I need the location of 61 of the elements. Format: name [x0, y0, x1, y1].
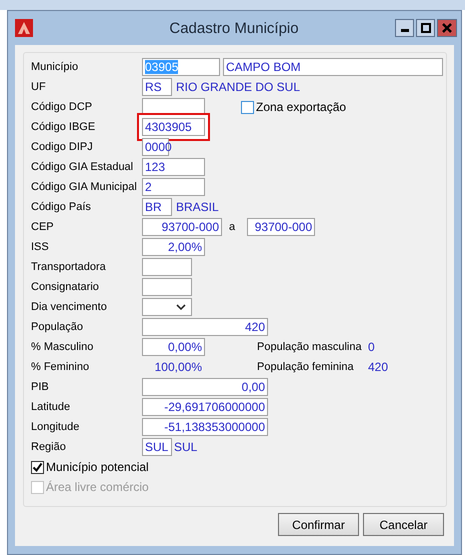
- maximize-button[interactable]: [416, 19, 435, 37]
- field-label: % Masculino: [31, 341, 94, 353]
- input-field[interactable]: [142, 278, 192, 296]
- value-text: BRASIL: [176, 200, 219, 214]
- field-label: Código IBGE: [31, 121, 96, 133]
- field-label: População masculina: [257, 341, 363, 353]
- input-field[interactable]: 123: [142, 158, 205, 176]
- chevron-down-icon: [176, 304, 186, 310]
- field-label: PIB: [31, 381, 50, 393]
- dialog-button[interactable]: Confirmar: [278, 513, 359, 536]
- input-field[interactable]: CAMPO BOM: [223, 58, 443, 76]
- dropdown[interactable]: [142, 298, 192, 316]
- field-label: População: [31, 321, 84, 333]
- input-field[interactable]: 93700-000: [142, 218, 222, 236]
- input-field[interactable]: 0,00%: [142, 338, 205, 356]
- input-field[interactable]: -29,691706000000: [142, 398, 268, 416]
- field-label: Consignatario: [31, 281, 100, 293]
- field-label: CEP: [31, 221, 55, 233]
- input-field[interactable]: 2: [142, 178, 205, 196]
- checkbox[interactable]: [241, 100, 254, 114]
- field-label: Região: [31, 441, 67, 453]
- checkbox-label[interactable]: Zona exportação: [256, 100, 346, 114]
- input-field[interactable]: -51,138353000000: [142, 418, 268, 436]
- field-label: Latitude: [31, 401, 72, 413]
- input-field[interactable]: BR: [142, 198, 172, 216]
- close-button[interactable]: [437, 19, 457, 37]
- field-label: ISS: [31, 241, 50, 253]
- value-text: SUL: [174, 440, 198, 454]
- input-field[interactable]: 420: [142, 318, 268, 336]
- field-label: Longitude: [31, 421, 80, 433]
- field-label: População feminina: [257, 361, 355, 373]
- field-label: Código GIA Estadual: [31, 161, 134, 173]
- checkmark-icon: [32, 462, 43, 472]
- checkbox[interactable]: [31, 460, 44, 474]
- minimize-button[interactable]: [395, 19, 414, 37]
- input-field[interactable]: 93700-000: [247, 218, 316, 236]
- maximize-icon: [420, 23, 430, 33]
- field-label: Dia vencimento: [31, 301, 108, 313]
- dialog-title: Cadastro Município: [168, 20, 300, 36]
- dialog-button[interactable]: Cancelar: [363, 513, 444, 536]
- input-field[interactable]: RS: [142, 78, 172, 96]
- value-text: 420: [368, 360, 388, 374]
- app-icon: [15, 19, 33, 37]
- field-label: Código DCP: [31, 101, 94, 113]
- input-field[interactable]: SUL: [142, 438, 172, 456]
- field-label: a: [229, 221, 236, 233]
- value-text: 100,00%: [154, 360, 203, 374]
- field-label: UF: [31, 81, 47, 93]
- value-text: 0: [368, 340, 375, 354]
- input-field[interactable]: [142, 258, 192, 276]
- input-field[interactable]: 2,00%: [142, 238, 205, 256]
- field-label: Código GIA Municipal: [31, 181, 138, 193]
- field-label: Código País: [31, 201, 92, 213]
- field-label: Município: [31, 61, 80, 73]
- field-label: % Feminino: [31, 361, 90, 373]
- input-field[interactable]: 0,00: [142, 378, 268, 396]
- field-label: Codigo DIPJ: [31, 141, 94, 153]
- checkbox-label[interactable]: Município potencial: [46, 460, 149, 474]
- close-icon: [442, 23, 452, 33]
- field-label: Transportadora: [31, 261, 107, 273]
- value-text: RIO GRANDE DO SUL: [176, 80, 300, 94]
